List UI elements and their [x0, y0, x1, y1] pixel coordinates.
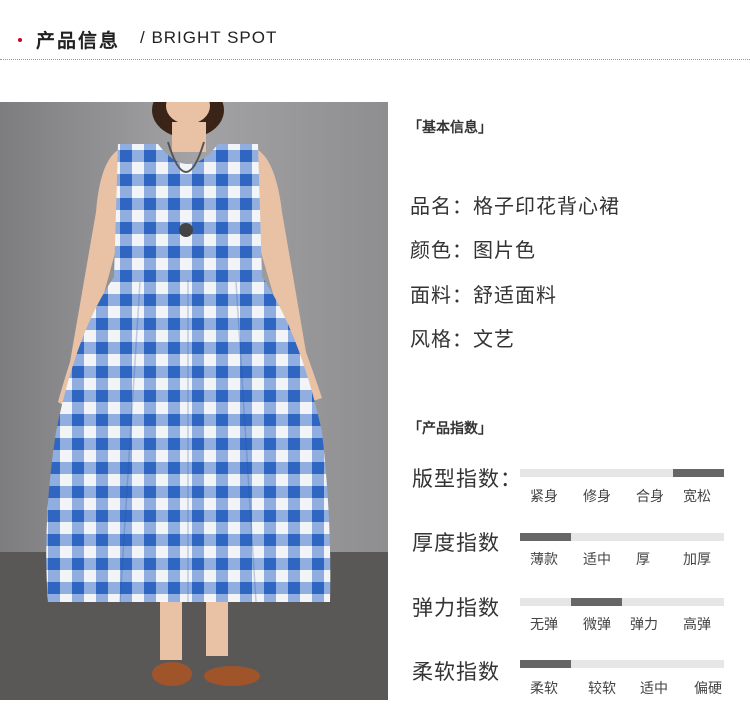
- thickness-option: 加厚: [683, 552, 711, 568]
- info-line-fabric: 面料：舒适面料: [410, 283, 557, 307]
- thickness-option: 薄款: [530, 552, 558, 568]
- fit-index-level: [673, 469, 724, 477]
- thickness-index-title: 厚度指数: [412, 531, 500, 555]
- basic-info-label: 「基本信息」: [408, 120, 492, 136]
- elasticity-option: 微弹: [583, 617, 611, 633]
- fit-index-title: 版型指数：: [412, 467, 522, 491]
- elasticity-option: 高弹: [683, 617, 711, 633]
- elasticity-index-scale: 无弹 微弹 弹力 高弹: [520, 614, 724, 633]
- fit-index-scale: 紧身 修身 合身 宽松: [520, 486, 724, 505]
- info-line-style: 风格：文艺: [410, 327, 515, 351]
- dress-illustration: [0, 102, 388, 700]
- thickness-index-scale: 薄款 适中 厚 加厚: [520, 549, 724, 568]
- dotted-divider: [0, 59, 750, 60]
- softness-option: 适中: [640, 681, 668, 697]
- elasticity-index-bar: [520, 598, 724, 606]
- info-line-name: 品名：格子印花背心裙: [410, 194, 620, 218]
- elasticity-index-level: [571, 598, 622, 606]
- accent-dot: [18, 38, 22, 42]
- product-index-label: 「产品指数」: [408, 421, 492, 437]
- softness-option: 偏硬: [694, 681, 722, 697]
- elasticity-option: 弹力: [630, 617, 658, 633]
- thickness-option: 适中: [583, 552, 611, 568]
- product-photo: [0, 102, 388, 700]
- softness-index-bar: [520, 660, 724, 668]
- softness-index-scale: 柔软 较软 适中 偏硬: [520, 678, 724, 697]
- fit-option: 修身: [583, 489, 611, 505]
- softness-option: 柔软: [530, 681, 558, 697]
- fit-option: 合身: [636, 489, 664, 505]
- softness-index-title: 柔软指数: [412, 660, 500, 684]
- fit-option: 紧身: [530, 489, 558, 505]
- fit-option: 宽松: [683, 489, 711, 505]
- thickness-option: 厚: [636, 552, 650, 568]
- section-title-en: / BRIGHT SPOT: [140, 28, 278, 47]
- section-title-cn: 产品信息: [36, 30, 121, 52]
- softness-option: 较软: [588, 681, 616, 697]
- thickness-index-bar: [520, 533, 724, 541]
- info-line-color: 颜色：图片色: [410, 238, 536, 262]
- thickness-index-level: [520, 533, 571, 541]
- elasticity-option: 无弹: [530, 617, 558, 633]
- softness-index-level: [520, 660, 571, 668]
- section-header: 产品信息 / BRIGHT SPOT: [0, 0, 750, 62]
- elasticity-index-title: 弹力指数: [412, 596, 500, 620]
- fit-index-bar: [520, 469, 724, 477]
